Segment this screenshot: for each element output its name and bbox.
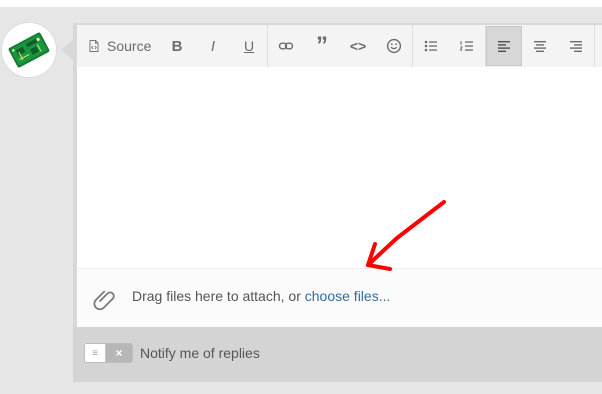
source-label: Source bbox=[107, 38, 152, 54]
choose-files-link[interactable]: choose files... bbox=[305, 288, 391, 304]
toolbar-divider bbox=[594, 25, 595, 67]
quote-icon: ” bbox=[316, 32, 328, 59]
editor-toolbar: Source B I U ” <> bbox=[77, 25, 602, 68]
bullet-list-icon bbox=[424, 40, 437, 52]
close-icon: × bbox=[106, 344, 132, 362]
italic-icon: I bbox=[210, 37, 216, 55]
bold-icon: B bbox=[171, 37, 183, 55]
notify-toggle[interactable]: ≡ × bbox=[84, 343, 133, 363]
bullet-list-button[interactable] bbox=[413, 26, 449, 66]
align-right-icon bbox=[570, 41, 582, 52]
align-center-icon bbox=[534, 41, 546, 52]
paperclip-icon bbox=[93, 290, 115, 311]
code-icon: <> bbox=[349, 38, 367, 54]
underline-icon: U bbox=[243, 38, 255, 54]
attachment-dropzone[interactable]: Drag files here to attach, or choose fil… bbox=[77, 268, 602, 328]
link-button[interactable] bbox=[268, 26, 304, 66]
smiley-icon bbox=[386, 38, 402, 54]
notify-bar: ≡ × Notify me of replies bbox=[73, 327, 602, 382]
quote-button[interactable]: ” bbox=[304, 26, 340, 66]
align-left-icon bbox=[498, 41, 510, 52]
comment-textarea[interactable] bbox=[77, 67, 602, 268]
comment-editor: Source B I U ” <> Drag files here to att… bbox=[77, 25, 602, 328]
numbered-list-icon bbox=[459, 41, 473, 51]
emoji-button[interactable] bbox=[376, 26, 412, 66]
align-right-button[interactable] bbox=[558, 26, 594, 66]
speech-pointer bbox=[61, 40, 73, 60]
notify-label: Notify me of replies bbox=[140, 345, 260, 361]
user-avatar bbox=[2, 23, 56, 77]
source-icon bbox=[87, 39, 101, 53]
italic-button[interactable]: I bbox=[195, 26, 231, 66]
align-center-button[interactable] bbox=[522, 26, 558, 66]
attachment-instructions: Drag files here to attach, or choose fil… bbox=[132, 288, 390, 304]
attachment-prefix: Drag files here to attach, or bbox=[132, 288, 305, 304]
numbered-list-button[interactable] bbox=[449, 26, 485, 66]
source-button[interactable]: Source bbox=[87, 25, 153, 67]
align-left-button[interactable] bbox=[486, 26, 522, 66]
code-button[interactable]: <> bbox=[340, 26, 376, 66]
bold-button[interactable]: B bbox=[159, 26, 195, 66]
link-icon bbox=[278, 42, 294, 50]
underline-button[interactable]: U bbox=[231, 26, 267, 66]
circuit-board-avatar-icon bbox=[2, 23, 56, 77]
menu-lines-icon: ≡ bbox=[85, 344, 106, 362]
